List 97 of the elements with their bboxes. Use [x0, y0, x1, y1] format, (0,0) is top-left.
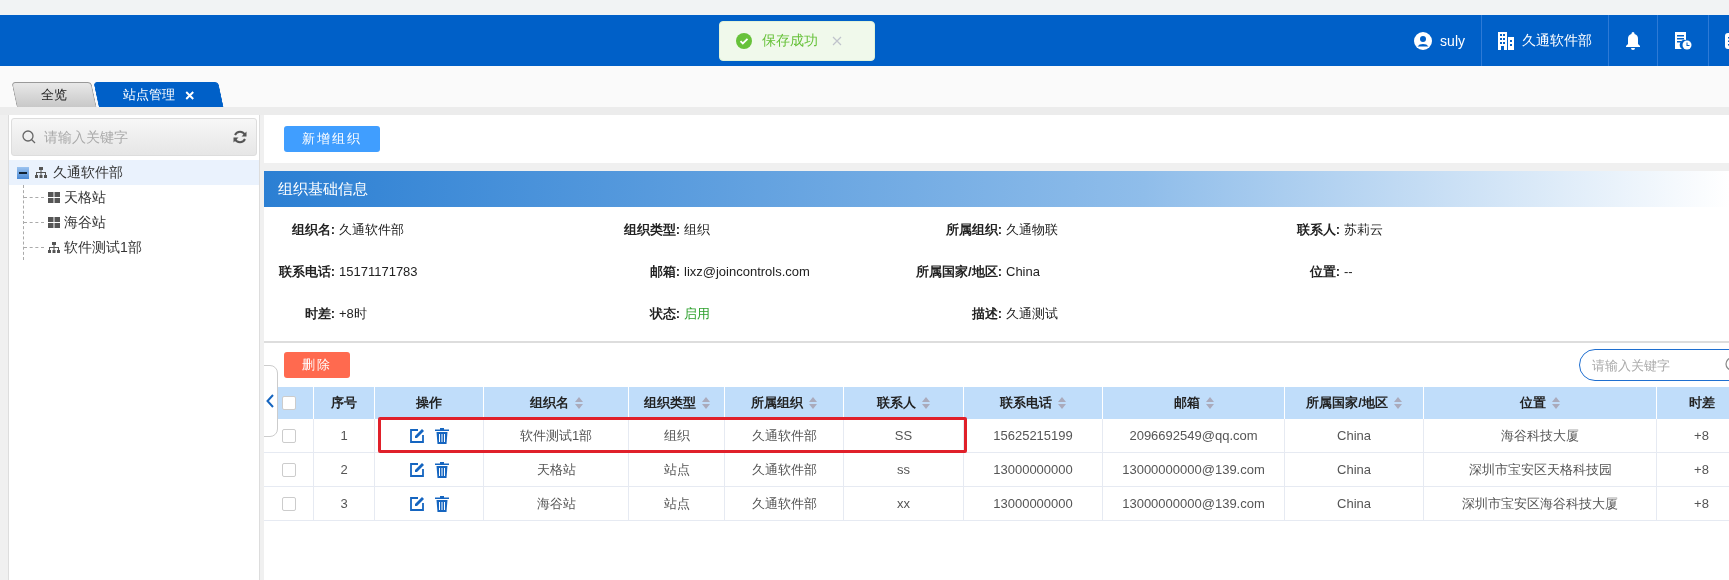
user-icon[interactable] [1414, 31, 1433, 50]
table-cell: 海谷科技大厦 [1424, 419, 1657, 453]
hierarchy-icon [35, 167, 47, 178]
field-label: 所属国家/地区: [916, 264, 1002, 279]
column-header[interactable]: 所属国家/地区 [1285, 387, 1424, 419]
edit-icon[interactable] [409, 495, 425, 512]
search-icon [22, 130, 36, 144]
field-label: 时差: [304, 306, 335, 321]
edit-icon[interactable] [409, 427, 425, 444]
table-cell: +8 [1657, 487, 1729, 521]
column-header[interactable]: 邮箱 [1103, 387, 1285, 419]
collapse-handle[interactable] [264, 365, 278, 437]
field-value: 久通物联 [1006, 221, 1058, 239]
field-value: 久通软件部 [339, 221, 404, 239]
table-cell: 深圳市宝安区天格科技园 [1424, 453, 1657, 487]
field-value: +8时 [339, 305, 367, 323]
table-cell: 久通软件部 [725, 419, 844, 453]
checkbox[interactable] [281, 396, 296, 410]
table-cell: 2 [314, 453, 375, 487]
status-value: 启用 [684, 305, 710, 323]
company-name[interactable]: 久通软件部 [1522, 31, 1592, 50]
trash-icon[interactable] [435, 461, 449, 478]
column-header[interactable]: 序号 [314, 387, 375, 419]
user-name[interactable]: suly [1440, 32, 1465, 49]
refresh-icon[interactable] [233, 130, 247, 144]
table-cell: ss [844, 453, 964, 487]
field-label: 组织名: [291, 222, 335, 237]
building-icon[interactable] [1498, 31, 1514, 50]
table-cell: 站点 [629, 487, 725, 521]
field-value: 15171171783 [339, 264, 418, 279]
edit-icon[interactable] [409, 461, 425, 478]
table-cell: 1 [314, 419, 375, 453]
table-cell: China [1285, 419, 1424, 453]
table-cell: 站点 [629, 453, 725, 487]
tree-item[interactable]: 软件测试1部 [48, 238, 142, 257]
column-header[interactable]: 组织类型 [629, 387, 725, 419]
column-header[interactable]: 所属组织 [725, 387, 844, 419]
document-clock-icon[interactable] [1674, 31, 1692, 50]
grid-icon [48, 192, 60, 203]
field-label: 所属组织: [945, 222, 1002, 237]
field-label: 联系电话: [278, 264, 335, 279]
table-cell: 13000000000 [964, 487, 1103, 521]
table-cell: xx [844, 487, 964, 521]
table-cell: 软件测试1部 [484, 419, 629, 453]
checkbox[interactable] [281, 496, 296, 511]
table-cell: China [1285, 487, 1424, 521]
field-value: lixz@joincontrols.com [684, 264, 810, 279]
field-label: 邮箱: [649, 264, 680, 279]
table-cell: 3 [314, 487, 375, 521]
checkbox[interactable] [281, 428, 296, 443]
checkbox[interactable] [281, 462, 296, 477]
trash-icon[interactable] [435, 427, 449, 444]
table-cell: 13000000000@139.com [1103, 453, 1285, 487]
grid-icon [48, 217, 60, 228]
field-value: China [1006, 264, 1040, 279]
table-cell: 天格站 [484, 453, 629, 487]
column-header[interactable]: 联系电话 [964, 387, 1103, 419]
field-value: -- [1344, 264, 1353, 279]
table-cell: China [1285, 453, 1424, 487]
table-cell: 深圳市宝安区海谷科技大厦 [1424, 487, 1657, 521]
table-cell: 久通软件部 [725, 453, 844, 487]
field-label: 联系人: [1296, 222, 1340, 237]
column-header[interactable]: 时差 [1657, 387, 1729, 419]
field-label: 描述: [971, 306, 1002, 321]
chevron-left-icon[interactable] [266, 394, 274, 408]
tree-item[interactable]: 天格站 [48, 188, 106, 207]
field-value: 组织 [684, 221, 710, 239]
search-field[interactable]: 请输入关键字 [1579, 349, 1729, 381]
collapse-icon[interactable] [17, 166, 29, 179]
table-cell: +8 [1657, 419, 1729, 453]
table-cell: 15625215199 [964, 419, 1103, 453]
trash-icon[interactable] [435, 495, 449, 512]
tree-item[interactable]: 海谷站 [48, 213, 106, 232]
table-cell: 久通软件部 [725, 487, 844, 521]
table-cell: 13000000000@139.com [1103, 487, 1285, 521]
table-cell: 组织 [629, 419, 725, 453]
column-header[interactable]: 操作 [375, 387, 484, 419]
field-value: 久通测试 [1006, 305, 1058, 323]
column-header[interactable]: 位置 [1424, 387, 1657, 419]
column-header[interactable]: 联系人 [844, 387, 964, 419]
tree-item[interactable]: 久通软件部 [9, 160, 259, 185]
table-cell: 13000000000 [964, 453, 1103, 487]
check-circle-icon [736, 33, 752, 49]
field-label: 组织类型: [623, 222, 680, 237]
table-cell: 2096692549@qq.com [1103, 419, 1285, 453]
field-label: 状态: [649, 306, 680, 321]
hierarchy-icon [48, 242, 60, 253]
bell-icon[interactable] [1625, 31, 1641, 50]
table-cell: +8 [1657, 453, 1729, 487]
tab[interactable]: 站点管理 [93, 82, 224, 107]
field-label: 位置: [1309, 264, 1340, 279]
toast-message: 保存成功 [762, 32, 818, 50]
column-header[interactable]: 组织名 [484, 387, 629, 419]
table-cell: 海谷站 [484, 487, 629, 521]
tab[interactable]: 全览 [11, 82, 97, 107]
table-cell: SS [844, 419, 964, 453]
field-value: 苏莉云 [1344, 221, 1383, 239]
